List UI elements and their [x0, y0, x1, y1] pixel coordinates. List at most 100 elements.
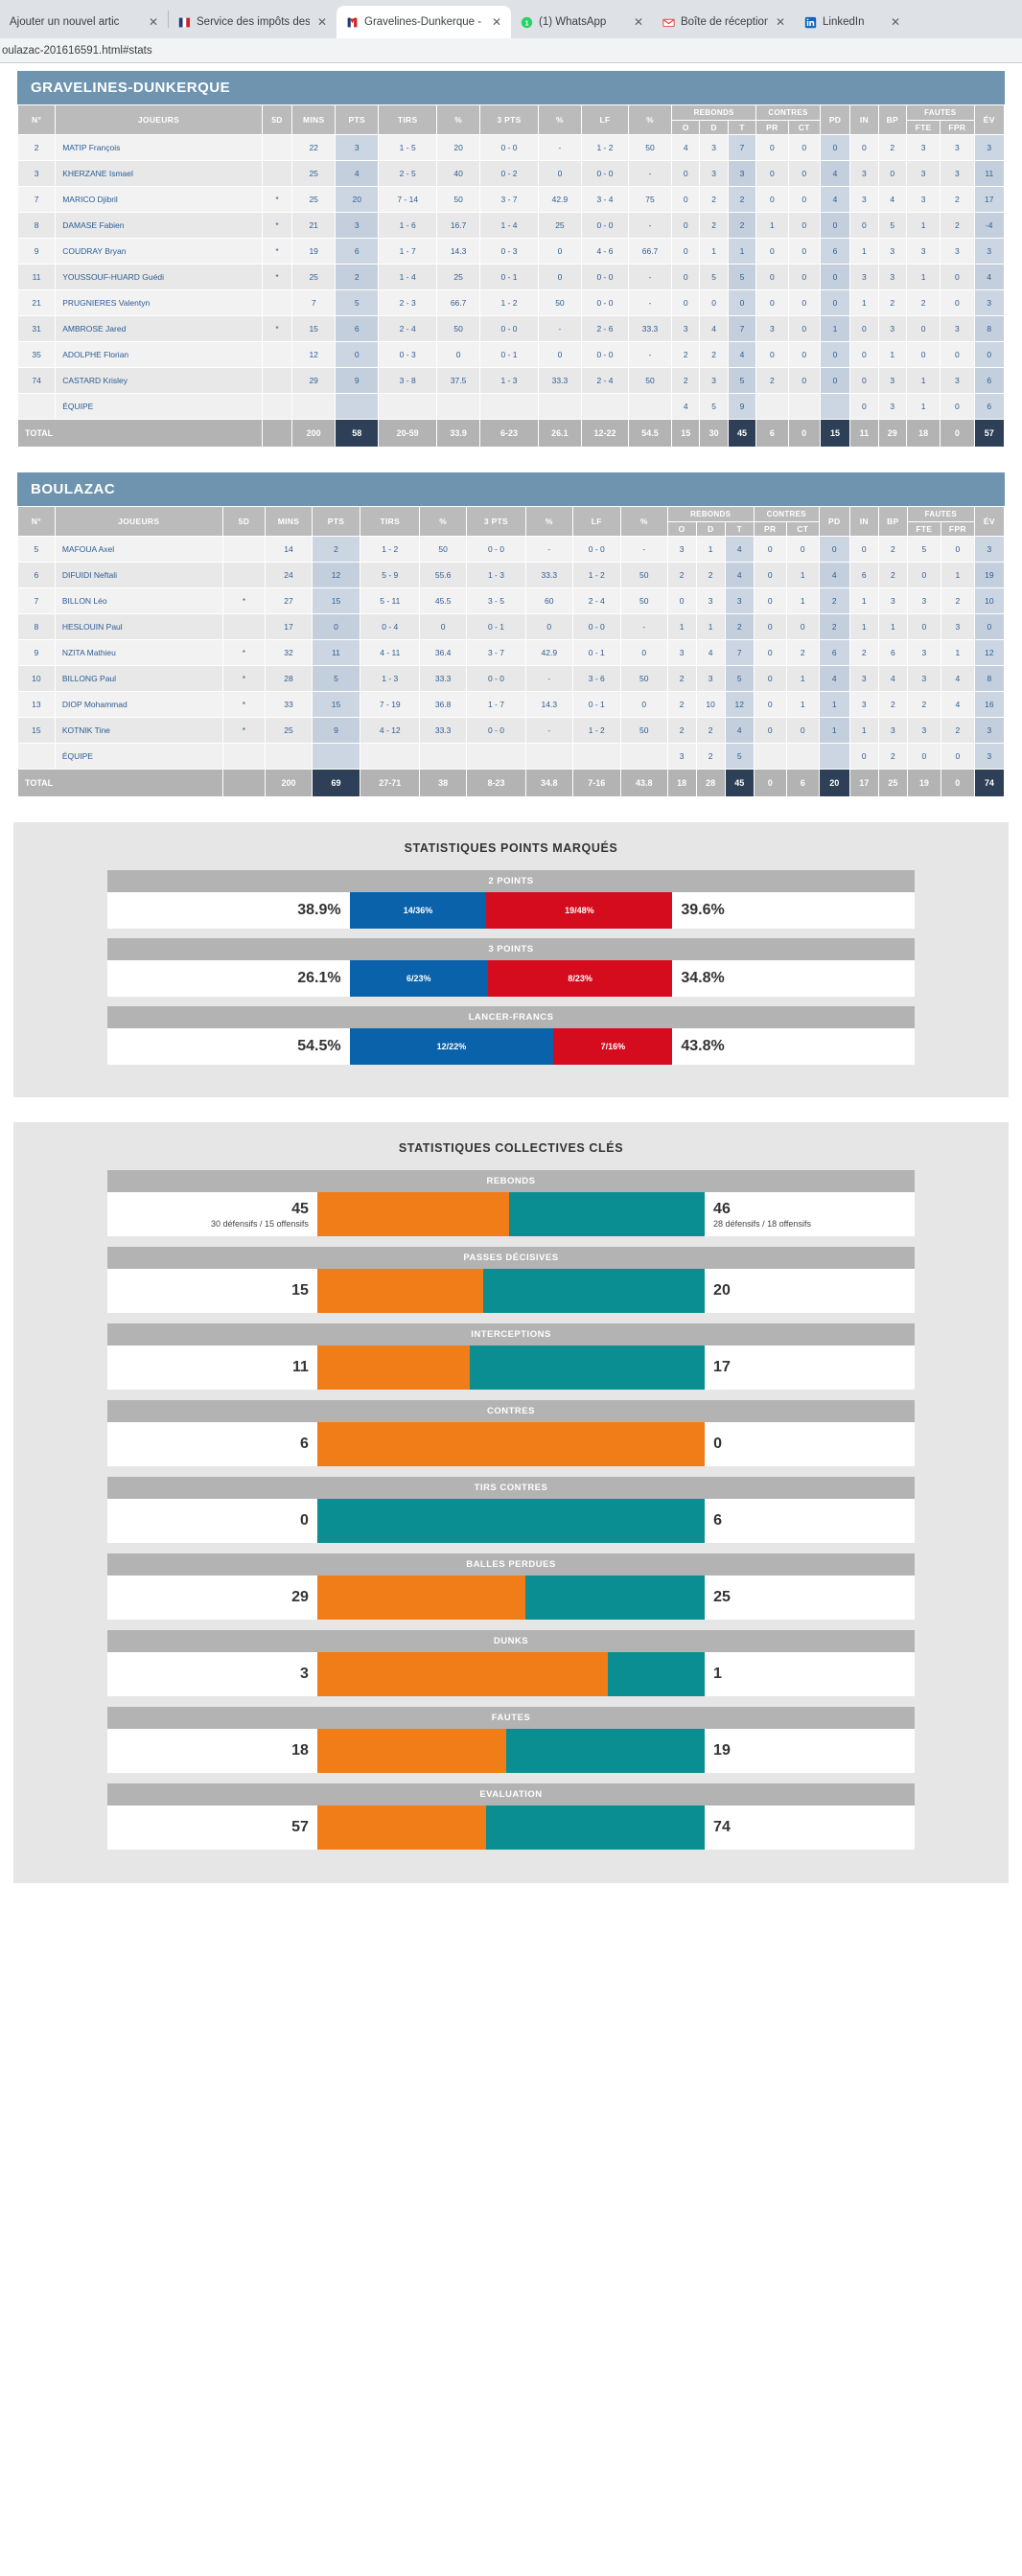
browser-tab[interactable]: LinkedIn ✕ [795, 6, 910, 38]
team-a-boxscore-table: N° JOUEURS 5D MINS PTS TIRS % 3 PTS % LF… [16, 104, 1006, 448]
total-cell-pct: 38 [419, 769, 467, 797]
cell-sd: * [261, 264, 293, 290]
browser-tab[interactable]: Service des impôts des ✕ [169, 6, 337, 38]
cell-fpr: 3 [940, 613, 975, 640]
cell-in: 0 [849, 341, 879, 368]
collective-comparison-row: INTERCEPTIONS 11 17 [107, 1323, 915, 1390]
cell-pct: 40 [436, 160, 481, 187]
cell-o: 0 [671, 289, 701, 316]
cell-pd: 6 [818, 639, 850, 666]
team-b-row-list: 5 MAFOUA Axel 14 2 1 - 2 50 0 - 0-0 - 0-314000… [17, 536, 1006, 770]
cell-d: 1 [699, 238, 729, 264]
table-row[interactable]: 8 HESLOUIN Paul 17 0 0 - 400 - 100 - 0-11200… [17, 613, 1006, 640]
cell-bp: 2 [877, 691, 908, 718]
cell-p3: 0 [537, 341, 582, 368]
col-three-pts: 3 PTS [465, 506, 527, 537]
total-cell-t3: 6-23 [479, 419, 539, 448]
cell-fte: 1 [905, 212, 941, 239]
cell-t: 4 [724, 536, 755, 563]
table-row[interactable]: 3 KHERZANE Ismael 25 4 2 - 5 40 0 - 200 - 0-03… [16, 160, 1006, 187]
cell-d: 10 [695, 691, 726, 718]
cell-fpr: 3 [940, 160, 975, 187]
cell-fte: 2 [906, 691, 941, 718]
table-row[interactable]: 74 CASTARD Krisley 29 9 3 - 8 37.5 1 - 3 33.3 2 … [16, 367, 1006, 394]
cell-name: MATIP François [55, 134, 263, 161]
cell-ev: 3 [973, 717, 1006, 744]
table-row[interactable]: 13 DIOP Mohammad * 33 15 7 - 19 36.8 1 - 7 14.3 0… [17, 691, 1006, 718]
table-row[interactable]: 9 NZITA Mathieu * 32 11 4 - 11 36.4 3 - 7 42.9 0 … [17, 639, 1006, 666]
col-three-pct: % [525, 506, 573, 537]
cell-d: 2 [695, 562, 726, 588]
table-row[interactable]: ÉQUIPE 3 2 5 0 2 0 0 3 [17, 743, 1006, 770]
cell-p3: 0 [537, 264, 582, 290]
browser-address-bar[interactable]: oulazac-201616591.html#stats [0, 38, 1022, 63]
col-three-pct: % [537, 104, 582, 135]
cell-lf: 2 - 6 [580, 315, 629, 342]
cell-o: 0 [671, 264, 701, 290]
cell-num: 8 [17, 613, 56, 640]
total-cell-mins: 200 [291, 419, 337, 448]
close-icon[interactable]: ✕ [632, 16, 645, 28]
table-row[interactable]: 35 ADOLPHE Florian 12 0 0 - 300 - 100 - 0-22… [16, 341, 1006, 368]
collective-right-value: 25 [713, 1588, 731, 1605]
cell-pct: 50 [419, 536, 467, 563]
table-row[interactable]: 10 BILLONG Paul * 28 5 1 - 3 33.3 0 - 0-3 - 6 50… [17, 665, 1006, 692]
table-row[interactable]: 5 MAFOUA Axel 14 2 1 - 2 50 0 - 0-0 - 0-314000… [17, 536, 1006, 563]
table-row[interactable]: 15 KOTNIK Tine * 25 9 4 - 12 33.3 0 - 0-1 - 2 50… [17, 717, 1006, 744]
browser-tab[interactable]: Gravelines-Dunkerque - ✕ [337, 6, 511, 38]
cell-tirs: 1 - 7 [378, 238, 438, 264]
table-row[interactable]: 8 DAMASE Fabien * 21 3 1 - 6 16.7 1 - 4 25 0 - 0-… [16, 212, 1006, 239]
cell-pct: 33.3 [419, 665, 467, 692]
collective-row-label: EVALUATION [107, 1783, 915, 1806]
collective-right-value: 46 [713, 1200, 731, 1217]
close-icon[interactable]: ✕ [315, 16, 329, 28]
cell-sd: * [261, 212, 293, 239]
close-icon[interactable]: ✕ [147, 16, 160, 28]
cell-mins: 21 [291, 212, 337, 239]
cell-o: 0 [671, 212, 701, 239]
table-row[interactable]: 7 BILLON Léo * 27 15 5 - 11 45.5 3 - 5 60 2 - 4 50… [17, 587, 1006, 614]
colgroup-contres: CONTRES [753, 506, 820, 522]
total-cell-ct: 0 [787, 419, 821, 448]
cell-pd: 4 [819, 160, 851, 187]
table-row[interactable]: 11 YOUSSOUF-HUARD Guédi * 25 2 1 - 4 25 0 - 100… [16, 264, 1006, 290]
cell-pct [419, 743, 467, 770]
cell-fte: 3 [905, 186, 941, 213]
collective-right-value: 17 [713, 1358, 731, 1375]
table-row[interactable]: 2 MATIP François 22 3 1 - 5 20 0 - 0-1 - 2 50 4 3… [16, 134, 1006, 161]
collective-row-body: 57 74 [107, 1806, 915, 1850]
collective-away-bar [316, 1499, 706, 1543]
total-row: TOTAL 200 58 20-59 33.9 6-23 26.1 12-22 54.5 15 30… [17, 419, 1006, 448]
cell-p3: - [537, 134, 582, 161]
table-row[interactable]: 9 COUDRAY Bryan * 19 6 1 - 7 14.3 0 - 304 - 6 66… [16, 238, 1006, 264]
browser-tab[interactable]: Boîte de réception (11 ✕ [653, 6, 795, 38]
collective-away-bar [508, 1192, 706, 1236]
collective-left-value: 18 [291, 1741, 309, 1759]
cell-ct: 1 [785, 665, 820, 692]
browser-tab[interactable]: Ajouter un nouvel artic ✕ [0, 6, 168, 38]
table-row[interactable]: 31 AMBROSE Jared * 15 6 2 - 4 50 0 - 0-2 - 6 33.… [16, 315, 1006, 342]
browser-tab[interactable]: 1 (1) WhatsApp ✕ [511, 6, 653, 38]
close-icon[interactable]: ✕ [774, 16, 787, 28]
scoring-away-bar: 19/48% [486, 892, 673, 929]
table-row[interactable]: ÉQUIPE 4 5 9 0 3 1 0 6 [16, 393, 1006, 420]
cell-num: 5 [17, 536, 56, 563]
table-row[interactable]: 21 PRUGNIERES Valentyn 7 5 2 - 3 66.7 1 - 2 50 0… [16, 289, 1006, 316]
cell-tirs: 3 - 8 [378, 367, 438, 394]
collective-left-value: 15 [291, 1281, 309, 1299]
cell-sd [221, 536, 267, 563]
gmail-icon [662, 16, 675, 29]
close-icon[interactable]: ✕ [889, 16, 902, 28]
cell-in: 0 [849, 393, 879, 420]
col-reb-t: T [727, 120, 757, 135]
table-row[interactable]: 6 DIFUIDI Neftali 24 12 5 - 9 55.6 1 - 3 33.3 1 … [17, 562, 1006, 588]
col-ct-ct: CT [785, 521, 820, 537]
team-a-row-list: 2 MATIP François 22 3 1 - 5 20 0 - 0-1 - 2 50 4 3… [16, 134, 1006, 420]
cell-num: 3 [16, 160, 57, 187]
col-reb-t: T [724, 521, 755, 537]
close-icon[interactable]: ✕ [490, 16, 503, 28]
table-row[interactable]: 7 MARICO Djibril * 25 20 7 - 14 50 3 - 7 42.9 3 -… [16, 186, 1006, 213]
collective-rows-container: REBONDS 45 30 défensifs / 15 offensifs 46 28… [13, 1170, 1009, 1850]
scoring-rows-container: 2 POINTS 38.9% 14/36% 19/48% 39.6% 3 POINTS 26… [13, 870, 1009, 1065]
cell-pr: 1 [755, 212, 789, 239]
